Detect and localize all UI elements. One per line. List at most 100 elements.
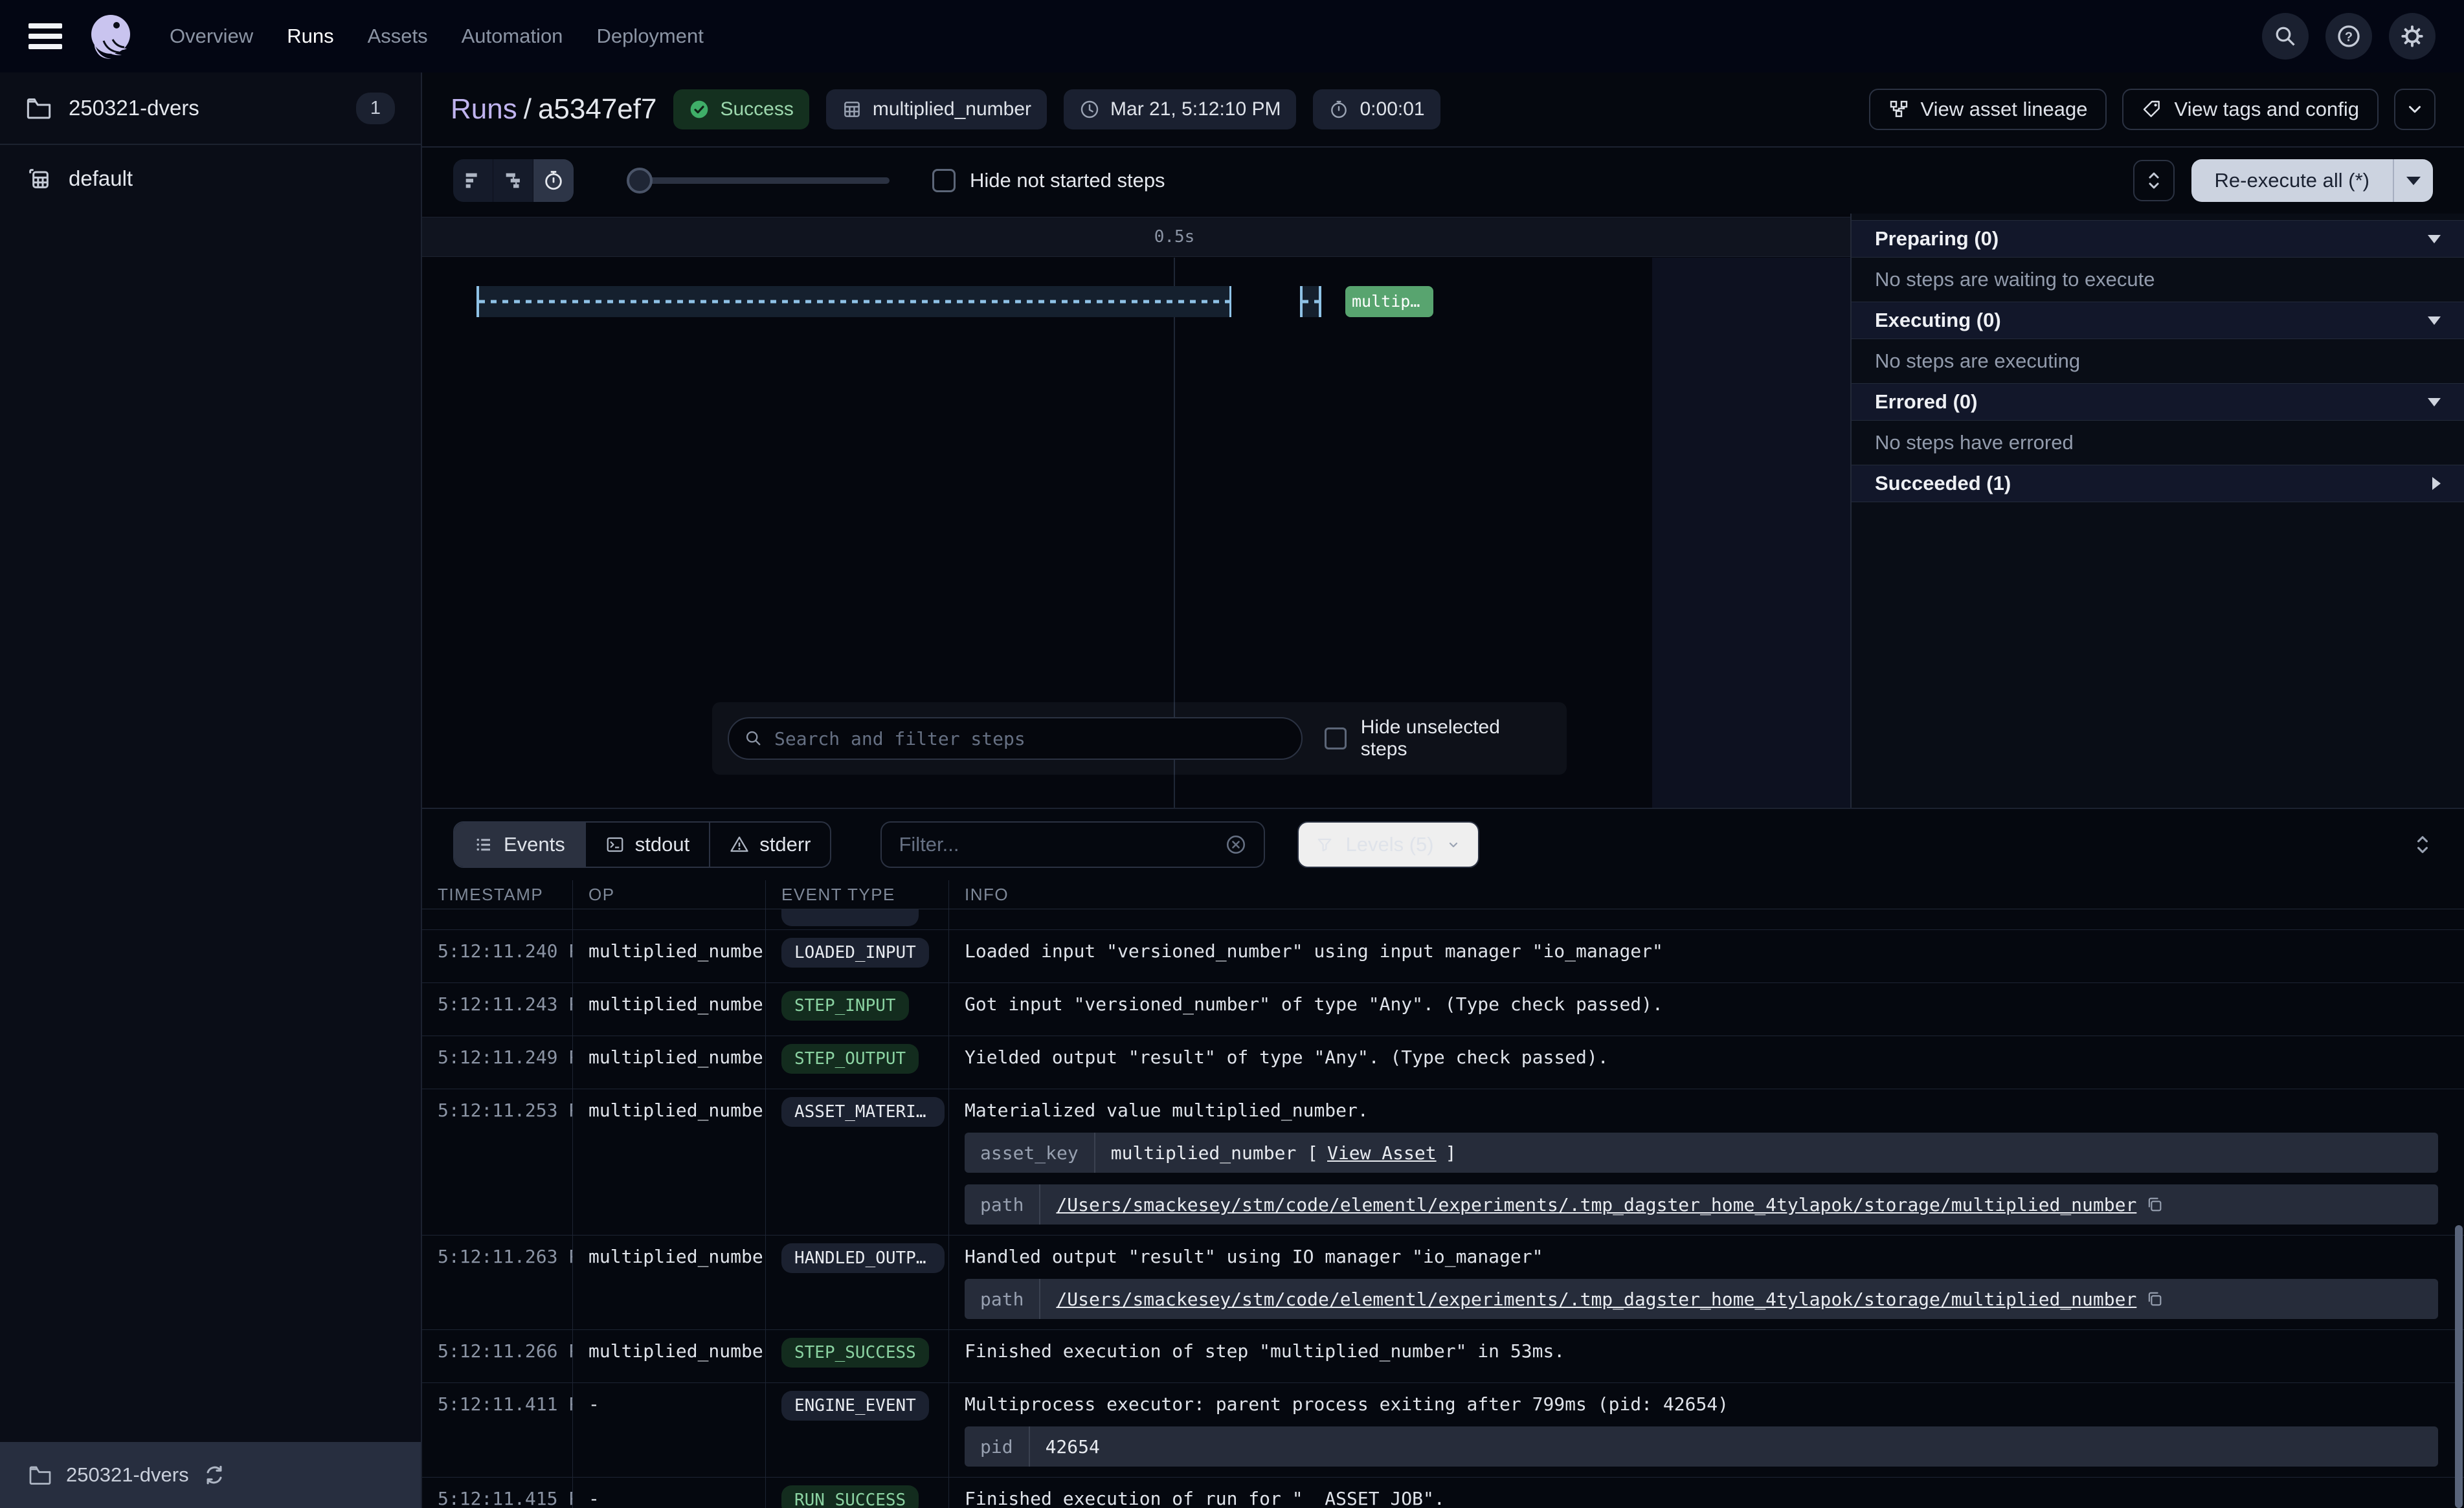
event-type-cell: STEP_OUTPUT: [766, 1036, 949, 1089]
event-message: Handled output "result" using IO manager…: [965, 1246, 2438, 1267]
gantt-mode-waterfall[interactable]: [493, 159, 533, 202]
event-op: -: [573, 1478, 766, 1508]
gantt-mode-flat[interactable]: [453, 159, 493, 202]
svg-text:?: ?: [2345, 30, 2353, 45]
gantt-offrange-strip: [1652, 258, 1850, 808]
asset-badge[interactable]: multiplied_number: [826, 89, 1047, 129]
tab-stderr[interactable]: stderr: [710, 823, 830, 867]
tab-stdout[interactable]: stdout: [586, 823, 710, 867]
event-type-cell: ENGINE_EVENT: [766, 1383, 949, 1477]
hide-unselected-checkbox[interactable]: [1325, 727, 1347, 749]
gantt-step-bar[interactable]: multiplied_number: [1345, 286, 1433, 317]
sidebar-repo-row[interactable]: 250321-dvers 1: [0, 72, 421, 145]
metadata-link[interactable]: View Asset: [1327, 1142, 1437, 1164]
gear-icon: [2399, 23, 2425, 49]
stopwatch-icon: [543, 170, 565, 192]
nav-item-overview[interactable]: Overview: [170, 25, 253, 48]
event-message: Got input "versioned_number" of type "An…: [965, 993, 2438, 1015]
tab-events[interactable]: Events: [454, 823, 586, 867]
reload-icon[interactable]: [203, 1464, 225, 1486]
col-info: INFO: [949, 880, 2464, 909]
hamburger-menu-icon[interactable]: [28, 23, 62, 49]
run-id: a5347ef7: [538, 93, 657, 125]
filter-funnel-icon: [1316, 836, 1334, 854]
tab-label: stderr: [759, 833, 811, 856]
event-type-badge: STEP_OUTPUT: [781, 1044, 919, 1074]
gantt-mode-timed[interactable]: [533, 159, 574, 202]
repo-count-badge: 1: [356, 93, 395, 124]
event-type-cell: [766, 909, 949, 929]
start-time-badge: Mar 21, 5:12:10 PM: [1064, 89, 1296, 129]
nav-item-runs[interactable]: Runs: [287, 25, 333, 48]
metadata-entry-asset_key: asset_keymultiplied_number [View Asset]: [965, 1133, 2438, 1173]
step-search-input[interactable]: Search and filter steps: [728, 717, 1303, 760]
events-scrollbar[interactable]: [2455, 1225, 2463, 1508]
copy-icon[interactable]: [2145, 1290, 2164, 1308]
topnav-items: Overview Runs Assets Automation Deployment: [170, 25, 704, 48]
event-type-badge: STEP_SUCCESS: [781, 1338, 929, 1368]
event-info: Loaded input "versioned_number" using in…: [949, 930, 2464, 982]
reexecute-button-group: Re-execute all (*): [2191, 159, 2433, 202]
event-row: 5:12:11.266 PMmultiplied_numberSTEP_SUCC…: [422, 1330, 2464, 1383]
chevron-down-icon: [2405, 100, 2425, 119]
hide-not-started-checkbox[interactable]: [932, 169, 956, 192]
step-sort-button[interactable]: [2133, 160, 2175, 201]
event-message: Finished execution of step "multiplied_n…: [965, 1340, 2438, 1362]
waiting-dotted-line: [479, 300, 1231, 304]
nav-item-automation[interactable]: Automation: [462, 25, 563, 48]
reexecute-options-button[interactable]: [2393, 159, 2433, 202]
copy-button[interactable]: [2145, 1290, 2164, 1308]
section-title: Executing (0): [1875, 309, 2001, 332]
gantt-chart: 0.5s multiplied_number Search and filter…: [422, 214, 1852, 808]
duration-badge: 0:00:01: [1313, 89, 1440, 129]
levels-dropdown[interactable]: Levels (5): [1297, 821, 1479, 868]
event-message: Loaded input "versioned_number" using in…: [965, 940, 2438, 962]
log-filter-input[interactable]: Filter...: [880, 821, 1265, 868]
event-type-badge: ENGINE_EVENT: [781, 1391, 929, 1421]
section-header-executing[interactable]: Executing (0): [1852, 302, 2464, 339]
copy-icon[interactable]: [2145, 1195, 2164, 1214]
view-tags-config-button[interactable]: View tags and config: [2122, 89, 2379, 130]
event-type-badge: LOADED_INPUT: [781, 938, 929, 968]
gantt-waiting-segment: [1300, 286, 1321, 317]
event-type-cell: RUN_SUCCESS: [766, 1478, 949, 1508]
metadata-link[interactable]: /Users/smackesey/stm/code/elementl/exper…: [1056, 1289, 2136, 1310]
metadata-label: path: [965, 1184, 1040, 1225]
status-badge: Success: [673, 89, 809, 129]
breadcrumb-runs-link[interactable]: Runs: [451, 93, 517, 125]
reexecute-all-button[interactable]: Re-execute all (*): [2191, 159, 2393, 202]
dagster-logo[interactable]: [85, 11, 136, 61]
section-header-succeeded[interactable]: Succeeded (1): [1852, 465, 2464, 502]
copy-button[interactable]: [2145, 1195, 2164, 1214]
nav-item-deployment[interactable]: Deployment: [596, 25, 703, 48]
event-op: -: [573, 1383, 766, 1477]
gantt-mode-group: [453, 159, 574, 202]
metadata-link[interactable]: /Users/smackesey/stm/code/elementl/exper…: [1056, 1194, 2136, 1215]
event-type-badge-clipped: [781, 909, 919, 926]
gantt-zoom-slider[interactable]: [631, 177, 890, 184]
sidebar-item-default[interactable]: default: [0, 145, 421, 212]
expand-log-button[interactable]: [2412, 833, 2433, 856]
search-button[interactable]: [2262, 13, 2309, 60]
event-row: [422, 909, 2464, 930]
section-header-errored[interactable]: Errored (0): [1852, 383, 2464, 421]
settings-button[interactable]: [2389, 13, 2436, 60]
footer-repo-name: 250321-dvers: [66, 1463, 189, 1487]
clear-filter-icon[interactable]: [1225, 834, 1247, 856]
gantt-toolbar: Hide not started steps Re-execute all (*…: [422, 148, 2464, 214]
section-header-preparing[interactable]: Preparing (0): [1852, 220, 2464, 258]
zoom-slider-knob[interactable]: [627, 168, 653, 194]
col-op: OP: [573, 880, 766, 909]
run-actions-button[interactable]: [2394, 89, 2436, 130]
event-op: multiplied_number: [573, 1330, 766, 1382]
section-title: Succeeded (1): [1875, 472, 2011, 495]
tab-label: stdout: [635, 833, 689, 856]
metadata-entry-path: path/Users/smackesey/stm/code/elementl/e…: [965, 1279, 2438, 1319]
help-button[interactable]: ?: [2325, 13, 2372, 60]
metadata-entry-pid: pid42654: [965, 1426, 2438, 1467]
hide-unselected-row: Hide unselected steps: [1325, 716, 1551, 760]
nav-item-assets[interactable]: Assets: [368, 25, 428, 48]
view-asset-lineage-button[interactable]: View asset lineage: [1869, 89, 2107, 130]
sidebar: 250321-dvers 1 default 250321-dvers: [0, 72, 422, 1508]
sidebar-footer[interactable]: 250321-dvers: [0, 1442, 421, 1508]
